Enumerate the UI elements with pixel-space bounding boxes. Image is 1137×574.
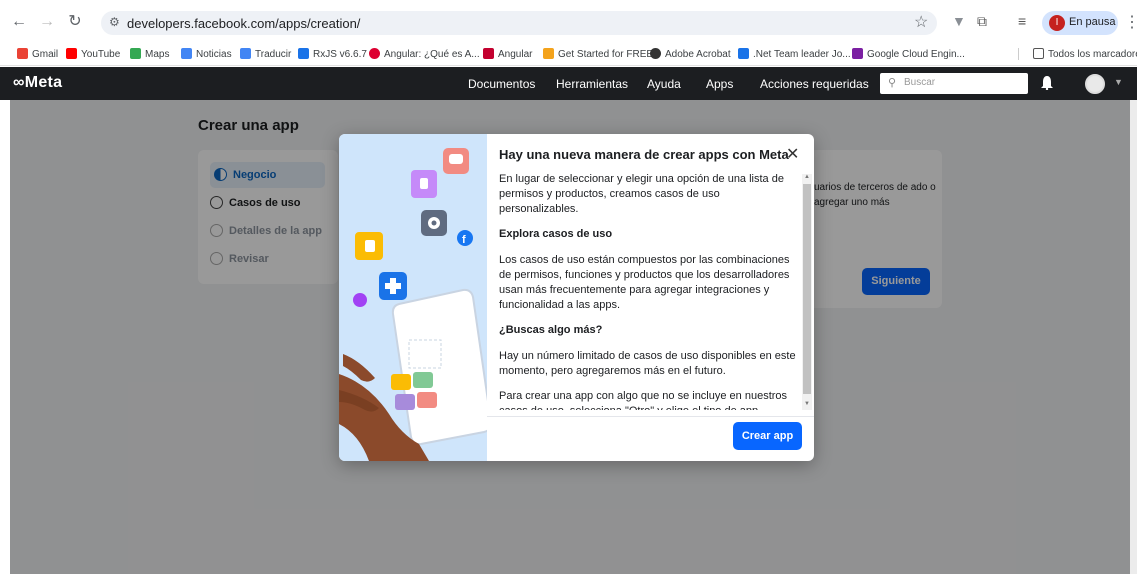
bookmark-adobe[interactable]: Adobe Acrobat	[650, 48, 731, 60]
bookmark-get-started[interactable]: Get Started for FREE	[543, 48, 653, 60]
scrollbar-thumb[interactable]	[803, 184, 811, 394]
bookmark-rxjs[interactable]: RxJS v6.6.7	[298, 48, 367, 60]
modal-divider	[487, 416, 814, 417]
profile-button[interactable]: I En pausa	[1042, 11, 1118, 35]
notifications-bell-icon[interactable]	[1041, 76, 1053, 90]
bookmark-google-cloud[interactable]: Google Cloud Engin...	[852, 48, 965, 60]
adobe-icon	[650, 48, 661, 59]
close-icon[interactable]: ✕	[786, 144, 799, 164]
x-logo-icon	[738, 48, 749, 59]
browser-toolbar: ← → ↻ ⚙ developers.facebook.com/apps/cre…	[0, 0, 1137, 44]
reading-list-icon[interactable]: ≡	[1018, 13, 1026, 29]
modal-paragraph: Hay un número limitado de casos de uso d…	[499, 350, 796, 377]
bookmark-maps[interactable]: Maps	[130, 48, 169, 60]
svg-text:f: f	[462, 234, 466, 246]
meta-logo[interactable]: ∞Meta	[13, 74, 62, 92]
google-cloud-icon	[852, 48, 863, 59]
news-icon	[181, 48, 192, 59]
gmail-icon	[17, 48, 28, 59]
modal-body: En lugar de seleccionar y elegir una opc…	[499, 172, 797, 410]
search-input[interactable]: ⚲ Buscar	[880, 73, 1028, 94]
filter-extension-icon[interactable]: ▼	[952, 13, 966, 29]
search-placeholder: Buscar	[904, 77, 936, 88]
nav-apps[interactable]: Apps	[706, 77, 733, 91]
modal-scrollbar[interactable]: ▲ ▼	[802, 174, 812, 410]
modal-paragraph: Para crear una app con algo que no se in…	[499, 390, 788, 410]
page-scrollbar[interactable]	[1130, 100, 1137, 574]
scroll-up-icon[interactable]: ▲	[804, 174, 810, 180]
nav-documentos[interactable]: Documentos	[468, 77, 535, 91]
youtube-icon	[66, 48, 77, 59]
bookmark-traducir[interactable]: Traducir	[240, 48, 291, 60]
bookmark-noticias[interactable]: Noticias	[181, 48, 232, 60]
reload-icon[interactable]: ↻	[64, 11, 86, 33]
extensions-icon[interactable]: ⧉	[977, 13, 987, 30]
url-text: developers.facebook.com/apps/creation/	[127, 16, 361, 31]
bookmark-star-icon[interactable]: ☆	[914, 12, 928, 32]
nav-ayuda[interactable]: Ayuda	[647, 77, 681, 91]
bookmarks-bar: Gmail YouTube Maps Noticias Traducir RxJ…	[0, 44, 1137, 66]
search-icon: ⚲	[888, 77, 897, 89]
modal-subheading: Explora casos de uso	[499, 228, 613, 240]
phone-illustration: f	[339, 148, 493, 461]
user-avatar[interactable]	[1085, 74, 1105, 94]
nav-herramientas[interactable]: Herramientas	[556, 77, 628, 91]
modal-paragraph: En lugar de seleccionar y elegir una opc…	[499, 173, 784, 215]
bookmark-gmail[interactable]: Gmail	[17, 48, 58, 60]
menu-kebab-icon[interactable]: ⋮	[1124, 12, 1137, 32]
modal-illustration: f	[339, 134, 493, 461]
info-modal: f Hay una nueva manera de crear apps con…	[339, 134, 814, 461]
bookmark-youtube[interactable]: YouTube	[66, 48, 120, 60]
angular-logo-icon	[483, 48, 494, 59]
bookmark-angular[interactable]: Angular	[483, 48, 532, 60]
rxjs-icon	[298, 48, 309, 59]
meta-navbar: ∞Meta Documentos Herramientas Ayuda Apps…	[0, 67, 1137, 100]
get-started-icon	[543, 48, 554, 59]
modal-paragraph: Los casos de uso están compuestos por la…	[499, 254, 790, 311]
site-settings-icon[interactable]: ⚙	[109, 15, 120, 29]
forward-icon[interactable]: →	[36, 11, 58, 33]
meta-infinity-icon: ∞	[13, 74, 25, 91]
translate-icon	[240, 48, 251, 59]
modal-subheading: ¿Buscas algo más?	[499, 324, 603, 336]
angular-icon	[369, 48, 380, 59]
scroll-down-icon[interactable]: ▼	[804, 401, 810, 407]
modal-title: Hay una nueva manera de crear apps con M…	[499, 147, 789, 162]
address-bar[interactable]: ⚙ developers.facebook.com/apps/creation/	[101, 11, 937, 35]
chevron-down-icon[interactable]: ▼	[1114, 77, 1123, 87]
profile-avatar: I	[1049, 15, 1065, 31]
bookmark-net-team[interactable]: .Net Team leader Jo...	[738, 48, 851, 60]
bookmark-angular-que-es[interactable]: Angular: ¿Qué es A...	[369, 48, 480, 60]
create-app-button[interactable]: Crear app	[733, 422, 802, 450]
folder-icon	[1033, 48, 1044, 59]
all-bookmarks[interactable]: Todos los marcadores	[1018, 48, 1137, 60]
maps-icon	[130, 48, 141, 59]
nav-acciones-requeridas[interactable]: Acciones requeridas	[760, 77, 869, 91]
profile-status: En pausa	[1069, 16, 1116, 28]
back-icon[interactable]: ←	[8, 11, 30, 33]
